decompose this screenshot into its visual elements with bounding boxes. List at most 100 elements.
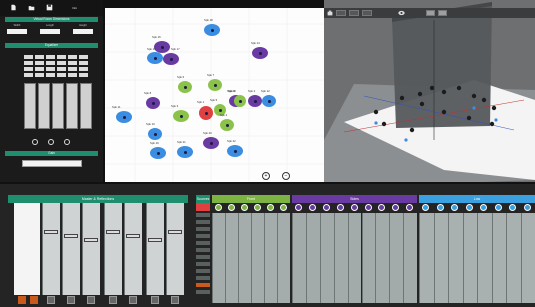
source-cell[interactable] — [196, 248, 210, 252]
open-folder-icon[interactable] — [28, 4, 35, 11]
speaker-channel-strip[interactable] — [433, 213, 448, 303]
channel-power-icon[interactable] — [436, 204, 444, 211]
eq-param-cell[interactable] — [68, 61, 77, 65]
speaker-marker[interactable] — [227, 145, 243, 157]
channel-power-icon[interactable] — [308, 204, 316, 211]
eye-icon[interactable] — [398, 10, 405, 16]
speaker-marker[interactable] — [173, 110, 189, 122]
view-side-button[interactable] — [362, 10, 372, 16]
new-file-icon[interactable] — [10, 4, 17, 11]
speaker-channel-strip[interactable] — [251, 213, 264, 303]
render-mode-button-1[interactable] — [426, 10, 435, 16]
eq-param-cell[interactable] — [35, 61, 44, 65]
channel-power-icon[interactable] — [451, 204, 458, 211]
view-front-button[interactable] — [336, 10, 346, 16]
speaker-marker[interactable] — [234, 95, 246, 107]
channel-power-icon[interactable] — [378, 204, 386, 211]
speaker-marker[interactable] — [199, 106, 213, 120]
channel-power-icon[interactable] — [364, 204, 372, 211]
eq-param-cell[interactable] — [57, 61, 66, 65]
speaker-channel-strip[interactable] — [361, 213, 376, 303]
eq-param-cell[interactable] — [57, 73, 66, 77]
length-input[interactable] — [40, 29, 60, 34]
source-cell[interactable] — [196, 276, 210, 280]
gain-input[interactable] — [22, 160, 82, 167]
source-cell[interactable] — [196, 283, 210, 287]
channel-power-icon[interactable] — [422, 204, 429, 211]
eq-param-cell[interactable] — [46, 61, 55, 65]
eq-param-cell[interactable] — [24, 61, 33, 65]
speaker-marker[interactable] — [204, 24, 220, 36]
speaker-channel-strip[interactable] — [277, 213, 290, 303]
eq-param-cell[interactable] — [68, 67, 77, 71]
speaker-channel-strip[interactable] — [264, 213, 277, 303]
save-icon[interactable] — [46, 4, 53, 11]
speaker-channel-strip[interactable] — [477, 213, 492, 303]
eq-param-cell[interactable] — [68, 55, 77, 59]
eq-param-cell[interactable] — [24, 55, 33, 59]
channel-power-icon[interactable] — [509, 204, 516, 211]
eq-param-cell[interactable] — [46, 73, 55, 77]
speaker-marker[interactable] — [146, 97, 160, 109]
channel-power-icon[interactable] — [215, 204, 222, 211]
speaker-channel-strip[interactable] — [225, 213, 238, 303]
info-label[interactable]: Info — [72, 6, 77, 10]
speaker-marker[interactable] — [220, 119, 234, 131]
speaker-plot[interactable]: Spk 16 Spk 18 Spk 15 Spk 17 Spk 14 Spk 8 Spk 6… — [105, 8, 324, 182]
eq-band-slider[interactable] — [66, 83, 78, 129]
channel-power-icon[interactable] — [228, 204, 235, 211]
eq-band-slider[interactable] — [80, 83, 92, 129]
speaker-marker[interactable] — [203, 137, 219, 149]
speaker-channel-strip[interactable] — [333, 213, 348, 303]
speaker-marker[interactable] — [208, 79, 222, 91]
channel-power-icon[interactable] — [350, 204, 358, 211]
eq-param-cell[interactable] — [35, 67, 44, 71]
source-cell[interactable] — [196, 262, 210, 266]
source-cell[interactable] — [196, 220, 210, 224]
channel-power-icon[interactable] — [295, 204, 302, 211]
speaker-channel-strip[interactable] — [319, 213, 334, 303]
eq-param-cell[interactable] — [79, 67, 88, 71]
source-cell[interactable] — [196, 227, 210, 231]
channel-power-icon[interactable] — [322, 204, 330, 211]
render-mode-button-2[interactable] — [438, 10, 447, 16]
speaker-channel-strip[interactable] — [419, 213, 434, 303]
channel-power-icon[interactable] — [406, 204, 414, 211]
eq-param-cell[interactable] — [68, 73, 77, 77]
zoom-out-icon[interactable]: − — [282, 172, 290, 180]
speaker-marker[interactable] — [147, 52, 163, 64]
channel-power-icon[interactable] — [280, 204, 287, 211]
speaker-marker[interactable] — [252, 47, 268, 59]
room-3d-view[interactable] — [324, 0, 535, 182]
channel-power-icon[interactable] — [392, 204, 400, 211]
eq-param-cell[interactable] — [79, 55, 88, 59]
speaker-channel-strip[interactable] — [520, 213, 535, 303]
speaker-marker[interactable] — [163, 53, 179, 65]
eq-bypass-button[interactable] — [48, 139, 54, 145]
eq-param-cell[interactable] — [46, 55, 55, 59]
speaker-channel-strip[interactable] — [403, 213, 418, 303]
speaker-channel-strip[interactable] — [305, 213, 320, 303]
speaker-marker[interactable] — [262, 95, 276, 107]
channel-power-icon[interactable] — [465, 204, 473, 211]
speaker-channel-strip[interactable] — [462, 213, 477, 303]
channel-power-icon[interactable] — [254, 204, 261, 211]
speaker-marker[interactable] — [148, 128, 162, 140]
source-cell[interactable] — [196, 241, 210, 245]
channel-power-icon[interactable] — [267, 204, 274, 211]
speaker-marker[interactable] — [248, 95, 262, 107]
eq-param-cell[interactable] — [46, 67, 55, 71]
eq-band-slider[interactable] — [24, 83, 36, 129]
camera-icon[interactable] — [327, 10, 333, 16]
eq-param-cell[interactable] — [24, 73, 33, 77]
speaker-marker[interactable] — [150, 147, 166, 159]
speaker-marker[interactable] — [116, 111, 132, 123]
eq-param-cell[interactable] — [35, 73, 44, 77]
source-cell[interactable] — [196, 290, 210, 294]
source-cell[interactable] — [196, 213, 210, 217]
eq-param-cell[interactable] — [79, 61, 88, 65]
speaker-channel-strip[interactable] — [389, 213, 404, 303]
speaker-channel-strip[interactable] — [238, 213, 251, 303]
speaker-channel-strip[interactable] — [212, 213, 225, 303]
speaker-marker[interactable] — [178, 81, 192, 93]
